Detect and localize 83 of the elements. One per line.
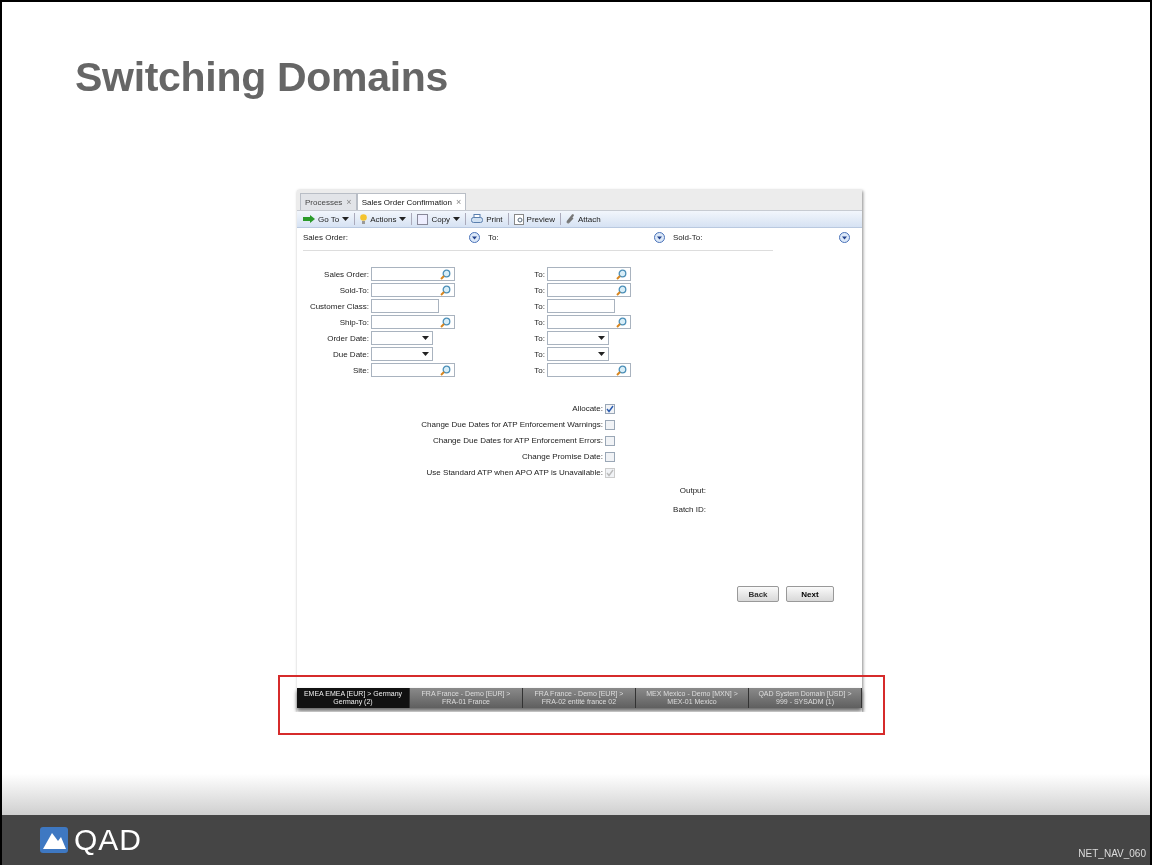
lookup-field[interactable] bbox=[371, 315, 455, 329]
paperclip-icon bbox=[566, 213, 576, 225]
field-label: To: bbox=[533, 349, 545, 359]
lookup-field[interactable] bbox=[371, 267, 455, 281]
checkbox-label: Change Due Dates for ATP Enforcement Warnings: bbox=[421, 420, 603, 429]
logo-icon bbox=[40, 827, 68, 853]
field-label: To: bbox=[533, 269, 545, 279]
filter-label: Sales Order: bbox=[303, 232, 348, 242]
slide-code: NET_NAV_060 bbox=[1078, 848, 1146, 859]
filter-label: To: bbox=[488, 232, 499, 242]
lookup-field[interactable] bbox=[547, 363, 631, 377]
checkbox[interactable] bbox=[605, 451, 615, 462]
checkbox[interactable] bbox=[605, 403, 615, 414]
caret-icon[interactable] bbox=[598, 352, 605, 356]
date-field[interactable] bbox=[547, 347, 609, 361]
field-label: To: bbox=[533, 301, 545, 311]
input-field[interactable] bbox=[547, 299, 615, 313]
caret-icon[interactable] bbox=[422, 336, 429, 340]
search-icon[interactable] bbox=[616, 268, 627, 280]
field-label: Sold-To: bbox=[338, 285, 369, 295]
checkbox-label: Change Due Dates for ATP Enforcement Errors: bbox=[433, 436, 603, 445]
field-label: Customer Class: bbox=[308, 301, 369, 311]
caret-icon[interactable] bbox=[422, 352, 429, 356]
field-label: Sales Order: bbox=[323, 269, 369, 279]
filter-label: Sold-To: bbox=[673, 232, 703, 242]
field-label: Due Date: bbox=[331, 349, 369, 359]
field-label: Output: bbox=[679, 486, 706, 495]
caret-icon[interactable] bbox=[453, 217, 461, 221]
field-label: To: bbox=[533, 317, 545, 327]
page-icon bbox=[417, 213, 429, 225]
dropdown-icon[interactable] bbox=[654, 231, 665, 243]
date-field[interactable] bbox=[547, 331, 609, 345]
checkbox-label: Use Standard ATP when APO ATP is Unavailable: bbox=[426, 468, 603, 477]
field-label: Ship-To: bbox=[338, 317, 369, 327]
document-icon bbox=[513, 213, 524, 225]
toolbar-button[interactable]: Go To bbox=[301, 214, 352, 224]
date-field[interactable] bbox=[371, 347, 433, 361]
tab[interactable]: Sales Order Confirmation × bbox=[356, 193, 467, 210]
lightbulb-icon bbox=[360, 213, 368, 225]
field-label: Site: bbox=[352, 365, 369, 375]
lookup-field[interactable] bbox=[371, 363, 455, 377]
arrow-icon bbox=[303, 215, 315, 223]
toolbar-button[interactable]: Actions bbox=[358, 213, 409, 225]
search-icon[interactable] bbox=[440, 316, 451, 328]
lookup-field[interactable] bbox=[547, 315, 631, 329]
tab-label: Sales Order Confirmation bbox=[361, 197, 452, 207]
lookup-field[interactable] bbox=[371, 283, 455, 297]
field-label: Batch ID: bbox=[673, 505, 706, 514]
slide-title: Switching Domains bbox=[75, 53, 450, 102]
lookup-field[interactable] bbox=[547, 283, 631, 297]
tab-label: Processes bbox=[305, 197, 343, 207]
checkbox-label: Change Promise Date: bbox=[522, 452, 603, 461]
field-label: To: bbox=[533, 333, 545, 343]
close-icon[interactable]: × bbox=[455, 197, 462, 207]
search-icon[interactable] bbox=[440, 284, 451, 296]
search-icon[interactable] bbox=[440, 364, 451, 376]
toolbar-button[interactable]: Copy bbox=[415, 213, 463, 225]
lookup-field[interactable] bbox=[547, 267, 631, 281]
tab[interactable]: Processes × bbox=[300, 193, 357, 210]
toolbar-button[interactable]: Attach bbox=[564, 213, 603, 225]
dropdown-icon[interactable] bbox=[839, 231, 850, 243]
logo-text: QAD bbox=[74, 823, 142, 857]
back-button[interactable]: Back bbox=[737, 586, 779, 602]
caret-icon[interactable] bbox=[342, 217, 350, 221]
checkbox[interactable] bbox=[605, 435, 615, 446]
dropdown-icon[interactable] bbox=[469, 231, 480, 243]
search-icon[interactable] bbox=[440, 268, 451, 280]
toolbar-button[interactable]: Print bbox=[469, 213, 505, 225]
checkbox[interactable] bbox=[605, 419, 615, 430]
search-icon[interactable] bbox=[616, 364, 627, 376]
date-field[interactable] bbox=[371, 331, 433, 345]
toolbar-button[interactable]: Preview bbox=[511, 213, 558, 225]
input-field[interactable] bbox=[371, 299, 439, 313]
caret-icon[interactable] bbox=[598, 336, 605, 340]
field-label: To: bbox=[533, 285, 545, 295]
field-label: Order Date: bbox=[326, 333, 369, 343]
caret-icon[interactable] bbox=[399, 217, 407, 221]
printer-icon bbox=[471, 213, 484, 225]
search-icon[interactable] bbox=[616, 316, 627, 328]
search-icon[interactable] bbox=[616, 284, 627, 296]
checkbox-label: Allocate: bbox=[572, 404, 603, 413]
next-button[interactable]: Next bbox=[786, 586, 834, 602]
field-label: To: bbox=[533, 365, 545, 375]
